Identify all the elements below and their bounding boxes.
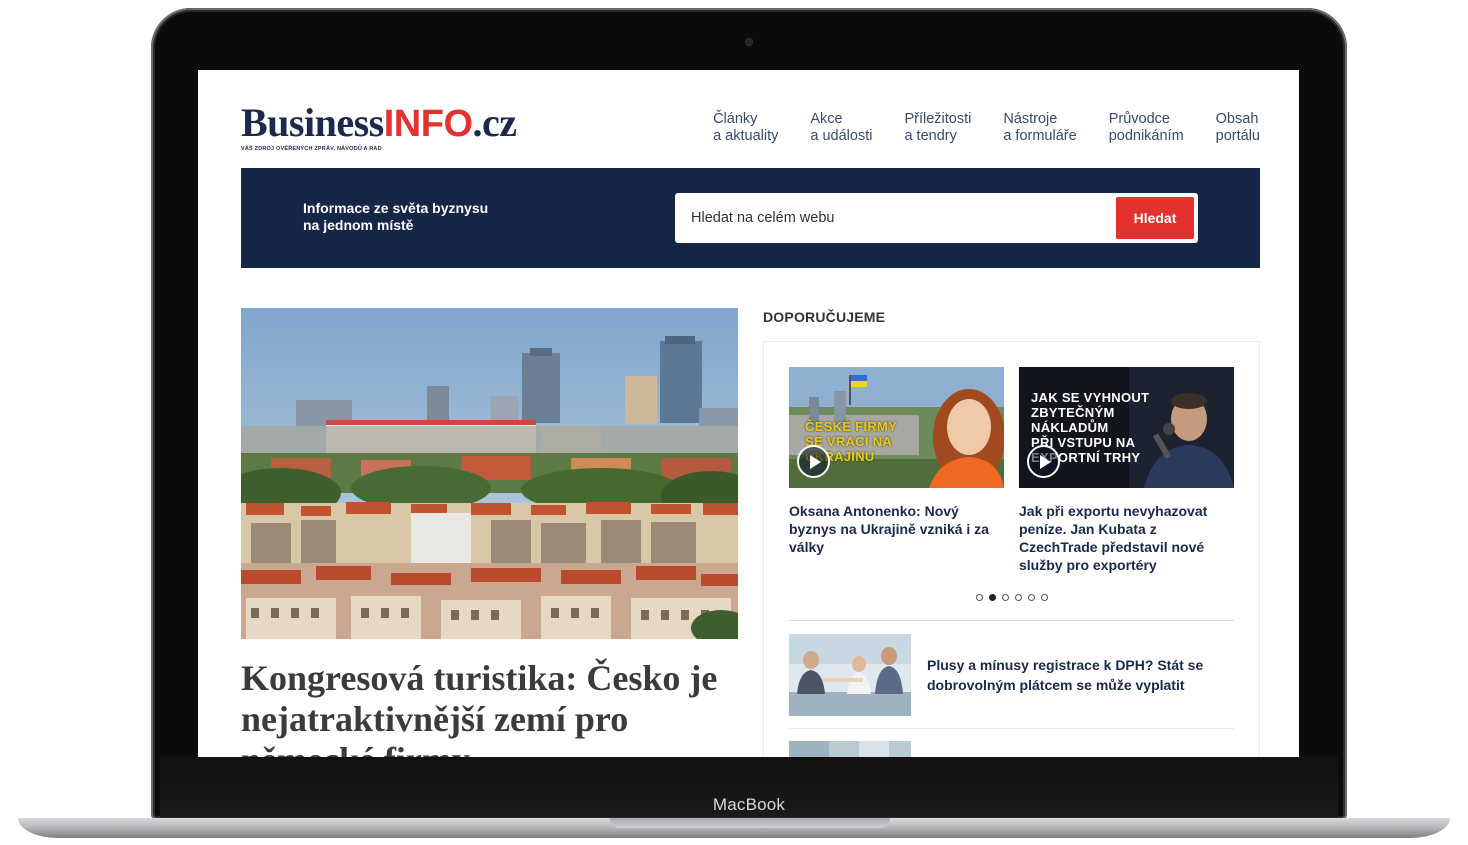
- divider: [789, 728, 1234, 729]
- hero-title[interactable]: Kongresová turistika: Česko je nejatrakt…: [241, 658, 738, 757]
- nav-item-akce[interactable]: Akce a události: [810, 111, 872, 145]
- caption-line: ČESKÉ FIRMY: [805, 419, 898, 434]
- carousel-dot[interactable]: [976, 594, 983, 601]
- thumbnail-image: [789, 741, 911, 757]
- caption-line: ZBYTEČNÝM: [1031, 405, 1115, 420]
- device-label: MacBook: [712, 795, 786, 814]
- nav-item-nastroje[interactable]: Nástroje a formuláře: [1003, 111, 1076, 145]
- hero-image[interactable]: [241, 308, 738, 639]
- section-title-recommended: DOPORUČUJEME: [763, 309, 886, 325]
- nav-item-clanky[interactable]: Články a aktuality: [713, 111, 778, 145]
- site-logo[interactable]: BusinessINFO.cz VÁŠ ZDROJ OVĚŘENÝCH ZPRÁ…: [241, 100, 518, 153]
- nav-line: podnikáním: [1108, 128, 1184, 144]
- nav-line: a formuláře: [1003, 128, 1077, 144]
- video-card[interactable]: JAK SE VYHNOUT ZBYTEČNÝM NÁKLADŮM PŘI VS…: [1019, 367, 1234, 574]
- browser-screen: BusinessINFO.cz VÁŠ ZDROJ OVĚŘENÝCH ZPRÁ…: [198, 70, 1299, 757]
- video-card[interactable]: ČESKÉ FIRMY SE VRACÍ NA UKRAJINU Oksana …: [789, 367, 1004, 556]
- nav-line: a události: [810, 128, 873, 144]
- list-item-title[interactable]: Plusy a mínusy registrace k DPH? Stát se…: [927, 655, 1227, 695]
- recommended-box: ČESKÉ FIRMY SE VRACÍ NA UKRAJINU Oksana …: [763, 341, 1260, 757]
- logo-business: Business: [241, 100, 384, 145]
- play-icon[interactable]: [1027, 445, 1060, 478]
- list-item-thumbnail[interactable]: [789, 741, 911, 757]
- list-item[interactable]: Plusy a mínusy registrace k DPH? Stát se…: [789, 634, 1234, 716]
- nav-item-pruvodce[interactable]: Průvodce podnikáním: [1109, 111, 1184, 145]
- caption-line: NÁKLADŮM: [1031, 420, 1109, 435]
- logo-cz: .cz: [472, 100, 518, 145]
- logo-tagline: VÁŠ ZDROJ OVĚŘENÝCH ZPRÁV, NÁVODŮ A RAD: [241, 146, 382, 152]
- camera-icon: [745, 38, 753, 46]
- nav-line: portálu: [1215, 128, 1260, 144]
- nav-line: Články: [713, 111, 758, 127]
- search-box: Hledat: [675, 193, 1198, 243]
- video-thumbnail[interactable]: ČESKÉ FIRMY SE VRACÍ NA UKRAJINU: [789, 367, 1004, 488]
- nav-item-obsah[interactable]: Obsah portálu: [1216, 111, 1260, 145]
- caption-line: JAK SE VYHNOUT: [1031, 390, 1150, 405]
- nav-line: a aktuality: [713, 128, 779, 144]
- carousel-dot[interactable]: [1002, 594, 1009, 601]
- video-card-title[interactable]: Jak při exportu nevyhazovat peníze. Jan …: [1019, 502, 1234, 574]
- play-icon[interactable]: [797, 445, 830, 478]
- search-input[interactable]: [675, 193, 1115, 243]
- nav-line: Příležitosti: [904, 111, 972, 127]
- carousel-dot[interactable]: [1015, 594, 1022, 601]
- banner-line: na jednom místě: [303, 217, 414, 233]
- carousel-dot[interactable]: [1028, 594, 1035, 601]
- thumbnail-image: [789, 634, 911, 716]
- nav-line: Akce: [810, 111, 843, 127]
- carousel-dot[interactable]: [989, 594, 996, 601]
- logo-info: INFO: [383, 103, 473, 145]
- nav-line: a tendry: [904, 128, 957, 144]
- carousel-dots: [976, 594, 1048, 601]
- carousel-dot[interactable]: [1041, 594, 1048, 601]
- list-item-thumbnail[interactable]: [789, 634, 911, 716]
- nav-item-prilezitosti[interactable]: Příležitosti a tendry: [904, 111, 971, 145]
- main-nav: Články a aktuality Akce a události Příle…: [713, 111, 1260, 145]
- nav-line: Obsah: [1215, 111, 1259, 127]
- search-banner: Informace ze světa byznysu na jednom mís…: [241, 168, 1260, 268]
- nav-line: Průvodce: [1108, 111, 1170, 127]
- laptop-notch: [610, 818, 890, 828]
- video-card-title[interactable]: Oksana Antonenko: Nový byznys na Ukrajin…: [789, 502, 1004, 556]
- nav-line: Nástroje: [1003, 111, 1058, 127]
- divider: [789, 620, 1234, 621]
- banner-text: Informace ze světa byznysu na jednom mís…: [303, 200, 488, 234]
- video-thumbnail[interactable]: JAK SE VYHNOUT ZBYTEČNÝM NÁKLADŮM PŘI VS…: [1019, 367, 1234, 488]
- banner-line: Informace ze světa byznysu: [303, 200, 489, 216]
- city-skyline-image: [241, 308, 738, 639]
- laptop-chin: MacBook: [160, 757, 1338, 817]
- search-button[interactable]: Hledat: [1116, 197, 1194, 239]
